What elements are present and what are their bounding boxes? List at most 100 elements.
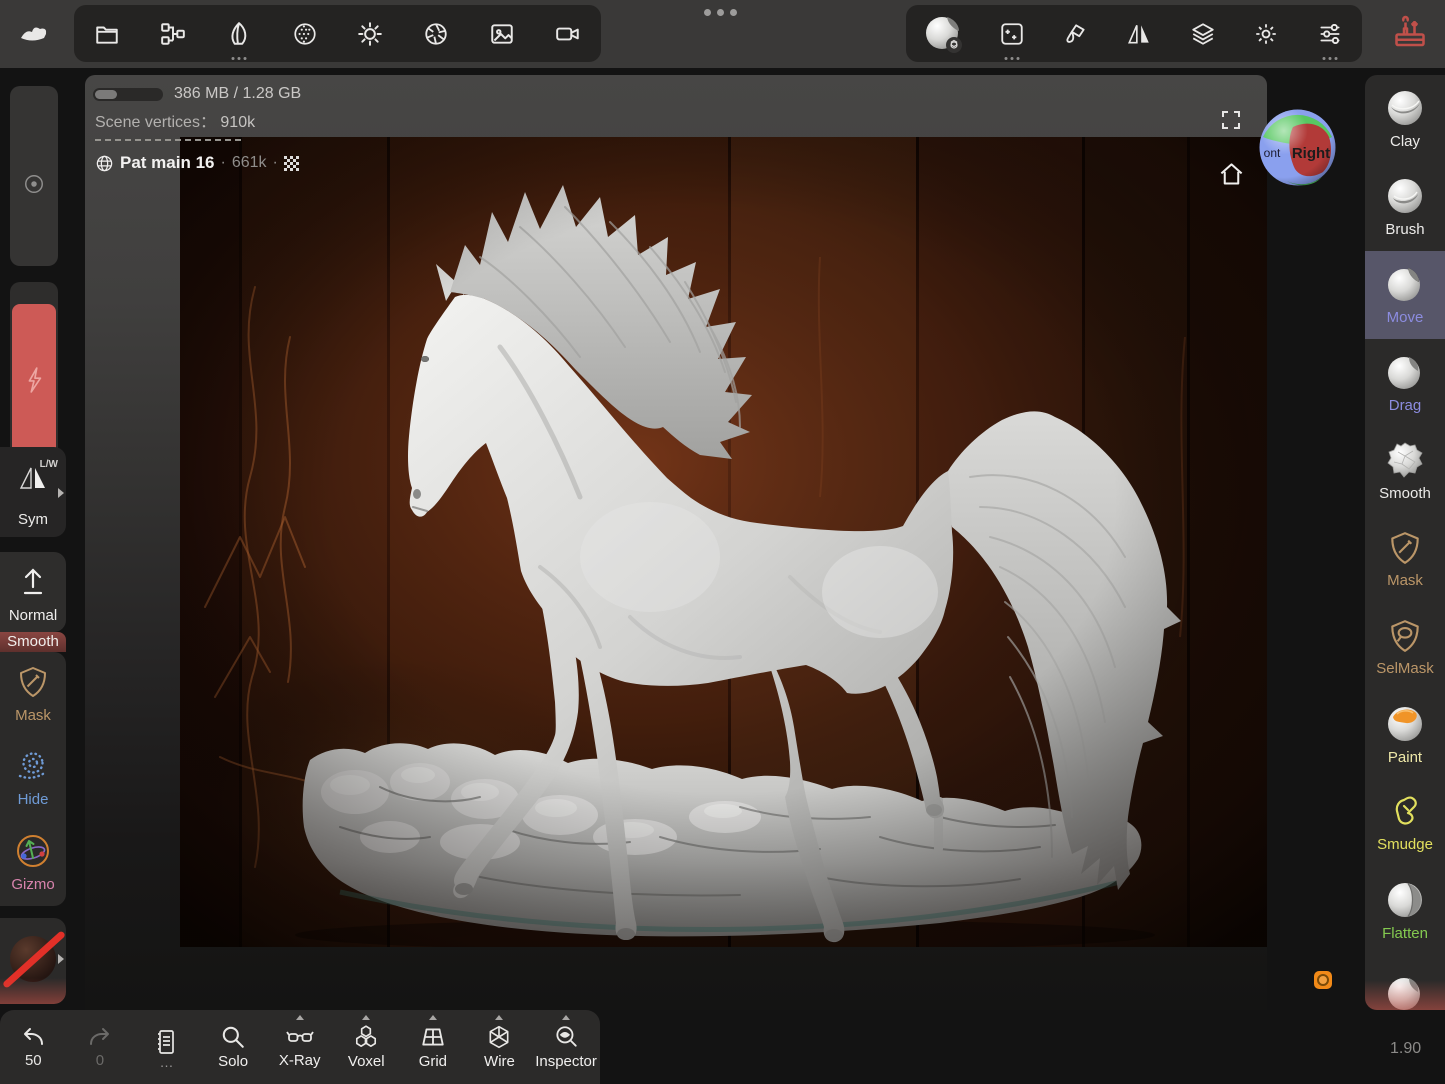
tool-smudge[interactable]: Smudge bbox=[1365, 779, 1445, 867]
mask-button[interactable]: Mask bbox=[0, 664, 66, 724]
notes-button[interactable]: … bbox=[133, 1010, 200, 1084]
voxel-cubes-icon bbox=[353, 1024, 379, 1050]
panel-red-fade bbox=[0, 978, 66, 1004]
panel-expand-arrow[interactable] bbox=[58, 954, 64, 964]
intensity-bolt-icon bbox=[23, 365, 45, 395]
toggle-label: X-Ray bbox=[279, 1052, 321, 1069]
orientation-gizmo[interactable]: Right ont bbox=[1257, 107, 1338, 188]
left-tools-panel: Mask Hide Gizmo bbox=[0, 652, 66, 906]
stroke-normal-button[interactable]: Normal bbox=[0, 552, 66, 632]
toggle-grid[interactable]: Grid bbox=[400, 1010, 467, 1084]
material-sphere-icon[interactable] bbox=[923, 14, 963, 54]
toggle-voxel[interactable]: Voxel bbox=[333, 1010, 400, 1084]
primitive-lathe-icon[interactable] bbox=[224, 19, 254, 49]
toolbox-icon[interactable] bbox=[1392, 15, 1428, 56]
memory-text: 386 MB / 1.28 GB bbox=[174, 85, 301, 103]
more-dots bbox=[231, 57, 246, 60]
brush-sphere-icon bbox=[1385, 176, 1425, 216]
tool-move[interactable]: Move bbox=[1365, 251, 1445, 339]
smooth-sphere-icon bbox=[1385, 440, 1425, 480]
tool-mask[interactable]: Mask bbox=[1365, 515, 1445, 603]
scene-render bbox=[180, 137, 1267, 947]
symmetry-mirror-icon[interactable] bbox=[1124, 19, 1154, 49]
layer-vertices: 661k bbox=[232, 154, 267, 172]
post-process-aperture-icon[interactable] bbox=[421, 19, 451, 49]
toggle-label: Wire bbox=[484, 1053, 515, 1070]
gizmo-button[interactable]: Gizmo bbox=[0, 832, 66, 893]
caret-up-icon bbox=[562, 1015, 570, 1020]
toggle-label: Voxel bbox=[348, 1053, 385, 1070]
scene-graph-icon[interactable] bbox=[158, 19, 188, 49]
matcap-dots-icon[interactable] bbox=[290, 19, 320, 49]
topbar-right-panel bbox=[906, 5, 1362, 62]
toggle-inspector[interactable]: Inspector bbox=[533, 1010, 600, 1084]
tool-smooth[interactable]: Smooth bbox=[1365, 427, 1445, 515]
hide-label: Hide bbox=[0, 791, 66, 808]
tool-label: Brush bbox=[1385, 221, 1424, 238]
memory-bar-fill bbox=[95, 90, 117, 99]
tool-drag[interactable]: Drag bbox=[1365, 339, 1445, 427]
mask-shield-icon bbox=[1387, 529, 1423, 567]
paint-settings-brush-icon[interactable] bbox=[1060, 19, 1090, 49]
lighting-sun-icon[interactable] bbox=[355, 19, 385, 49]
selmask-shield-icon bbox=[1387, 617, 1423, 655]
gizmo-front-label: ont bbox=[1264, 146, 1281, 160]
folder-icon[interactable] bbox=[92, 19, 122, 49]
sculpt-canvas[interactable] bbox=[180, 137, 1267, 947]
scene-vertices: Scene vertices： 910k bbox=[95, 108, 255, 132]
tool-label: Paint bbox=[1388, 749, 1422, 766]
panel-expand-arrow[interactable] bbox=[58, 488, 64, 498]
tool-flatten[interactable]: Flatten bbox=[1365, 867, 1445, 955]
symmetry-panel[interactable]: L/W Sym bbox=[0, 447, 66, 537]
gizmo-right-label: Right bbox=[1292, 145, 1330, 162]
magnifier-icon bbox=[220, 1024, 246, 1050]
toggle-label: Grid bbox=[419, 1053, 447, 1070]
sym-mode-label: L/W bbox=[40, 459, 58, 470]
tool-label: Clay bbox=[1390, 133, 1420, 150]
redo-button[interactable]: 0 bbox=[67, 1010, 134, 1084]
tool-label: SelMask bbox=[1376, 660, 1434, 677]
tool-paint[interactable]: Paint bbox=[1365, 691, 1445, 779]
background-image-icon[interactable] bbox=[487, 19, 517, 49]
camera-icon[interactable] bbox=[553, 19, 583, 49]
home-icon[interactable] bbox=[1218, 161, 1245, 193]
app-window: 386 MB / 1.28 GB Scene vertices： 910k Pa… bbox=[0, 0, 1445, 1084]
drag-handle-dots[interactable] bbox=[704, 9, 737, 16]
tool-selmask[interactable]: SelMask bbox=[1365, 603, 1445, 691]
sliders-icon[interactable] bbox=[1315, 19, 1345, 49]
caret-up-icon bbox=[429, 1015, 437, 1020]
tool-clay[interactable]: Clay bbox=[1365, 75, 1445, 163]
redo-icon bbox=[86, 1025, 114, 1049]
fullscreen-icon[interactable] bbox=[1219, 108, 1243, 137]
layers-icon[interactable] bbox=[1188, 19, 1218, 49]
stamp-alpha-icon[interactable] bbox=[997, 19, 1027, 49]
radius-slider[interactable] bbox=[10, 86, 58, 266]
redo-count: 0 bbox=[96, 1052, 104, 1069]
topbar-left-panel bbox=[74, 5, 601, 62]
hide-button[interactable]: Hide bbox=[0, 748, 66, 808]
intensity-slider[interactable] bbox=[10, 282, 58, 460]
paint-sphere-icon bbox=[1385, 704, 1425, 744]
toggle-xray[interactable]: X-Ray bbox=[266, 1010, 333, 1084]
more-dots bbox=[1004, 57, 1019, 60]
caret-up-icon bbox=[296, 1015, 304, 1020]
checker-icon bbox=[284, 156, 299, 171]
flatten-sphere-icon bbox=[1385, 880, 1425, 920]
toggle-label: Inspector bbox=[535, 1053, 597, 1070]
material-off-button[interactable] bbox=[0, 918, 66, 1004]
settings-gear-icon[interactable] bbox=[1251, 19, 1281, 49]
scene-vertices-label: Scene vertices： bbox=[95, 114, 216, 131]
toggle-label: Solo bbox=[218, 1053, 248, 1070]
record-target-badge[interactable] bbox=[1314, 971, 1332, 989]
smooth-peek-button[interactable]: Smooth bbox=[0, 632, 66, 652]
toggle-wire[interactable]: Wire bbox=[466, 1010, 533, 1084]
tool-brush[interactable]: Brush bbox=[1365, 163, 1445, 251]
tool-sidebar: Clay Brush Move Drag Smooth Mask SelMask… bbox=[1365, 75, 1445, 1010]
more-dots bbox=[1323, 57, 1338, 60]
toggle-solo[interactable]: Solo bbox=[200, 1010, 267, 1084]
wireframe-sphere-icon bbox=[95, 154, 114, 173]
undo-button[interactable]: 50 bbox=[0, 1010, 67, 1084]
undo-icon bbox=[19, 1025, 47, 1049]
app-logo-icon[interactable] bbox=[18, 22, 50, 51]
active-layer-row[interactable]: Pat main 16 · 661k · bbox=[95, 153, 299, 173]
